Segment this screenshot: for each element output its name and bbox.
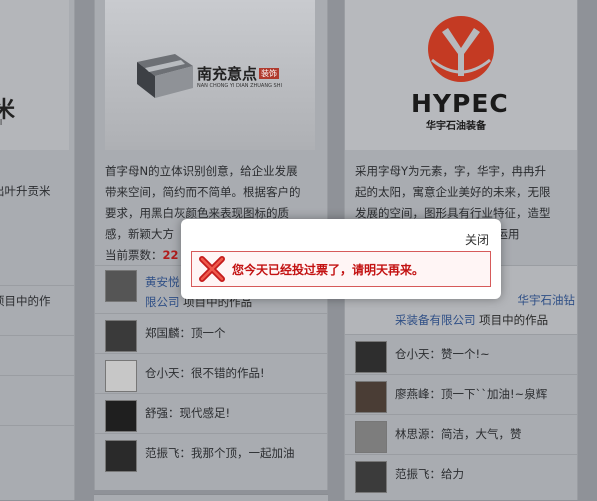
nanchong-badge: 装饰	[259, 68, 279, 79]
comment-row: 林思源：简洁，大气，赞	[345, 414, 577, 455]
hypec-logo[interactable]: HYPEC 华宇石油装备	[345, 0, 577, 150]
left-logo-area: 米 MI	[0, 0, 69, 150]
nanchong-subtitle: NAN CHONG YI DIAN ZHUANG SHI	[197, 83, 282, 89]
desc-line: 采用字母Y为元素，字，华宇，冉冉升	[355, 164, 547, 178]
comment-row: 仓小天：赞一个!~	[345, 334, 577, 375]
vote-label: 当前票数：	[105, 248, 163, 262]
company-link[interactable]: 限公司	[145, 295, 180, 309]
avatar[interactable]	[105, 320, 137, 352]
comment-row: 范振飞：给力	[345, 454, 577, 495]
avatar[interactable]	[355, 461, 387, 493]
left-row-1: 项目中的作	[0, 285, 74, 326]
comment-row: 廖燕峰：顶一下``加油!~泉辉	[345, 374, 577, 415]
comment-text: 范振飞：给力	[395, 467, 464, 481]
comment-text: 郑国麟：顶一个	[145, 326, 226, 340]
desc-line: 起的太阳，寓意企业美好的未来，无限	[355, 185, 551, 199]
comment-row: 仓小天：很不错的作品!	[95, 353, 327, 394]
company-link[interactable]: 华宇石油钻	[518, 293, 576, 307]
comment-row: 郑国麟：顶一个	[95, 313, 327, 354]
vote-value: 22	[162, 248, 179, 262]
comment-text: 范振飞：我那个顶，一起加油	[145, 446, 295, 460]
left-entry-card: 米 MI 出叶升贡米 项目中的作 !	[0, 0, 75, 500]
avatar[interactable]	[105, 270, 137, 302]
left-logo-sub: MI	[0, 118, 3, 127]
desc-line: 首字母N的立体识别创意，给企业发展	[105, 164, 298, 178]
error-x-icon	[199, 256, 225, 282]
left-row-3: !	[0, 375, 74, 416]
vote-error-dialog: 关闭 您今天已经投过票了，请明天再来。	[181, 219, 501, 299]
voter-link[interactable]: 黄安悦	[145, 275, 180, 289]
hypec-brand: HYPEC	[411, 89, 509, 118]
avatar[interactable]	[355, 421, 387, 453]
company-link[interactable]: 采装备有限公司	[395, 313, 476, 327]
avatar[interactable]	[105, 360, 137, 392]
avatar[interactable]	[355, 341, 387, 373]
comment-text: 廖燕峰：顶一下``加油!~泉辉	[395, 387, 548, 401]
comment-text: 仓小天：很不错的作品!	[145, 366, 265, 380]
error-message-box: 您今天已经投过票了，请明天再来。	[191, 251, 491, 287]
company-suffix: 项目中的作品	[479, 313, 549, 327]
hypec-emblem-icon	[428, 16, 494, 82]
desc-line: 带来空间，简约而不简单。根据客户的	[105, 185, 301, 199]
avatar[interactable]	[105, 400, 137, 432]
comment-row: 范振飞：我那个顶，一起加油	[95, 433, 327, 474]
avatar[interactable]	[355, 381, 387, 413]
hypec-subtitle: 华宇石油装备	[426, 121, 486, 132]
nanchong-logo[interactable]: 南充意点 装饰 NAN CHONG YI DIAN ZHUANG SHI	[105, 0, 315, 150]
comment-text: 林思源：简洁，大气，赞	[395, 427, 522, 441]
error-message: 您今天已经投过票了，请明天再来。	[232, 263, 425, 277]
nanchong-brand: 南充意点	[197, 65, 258, 83]
left-row-4	[0, 425, 74, 466]
left-text-1: 出叶升贡米	[0, 184, 51, 198]
left-row-2	[0, 335, 74, 376]
n-cube-logo-icon	[137, 54, 193, 98]
comment-text: 仓小天：赞一个!~	[395, 347, 490, 361]
avatar[interactable]	[105, 440, 137, 472]
comment-text: 舒强：现代感足!	[145, 406, 231, 420]
close-button[interactable]: 关闭	[465, 231, 489, 248]
comment-row: 舒强：现代感足!	[95, 393, 327, 434]
left-text-2: 项目中的作	[0, 294, 51, 308]
